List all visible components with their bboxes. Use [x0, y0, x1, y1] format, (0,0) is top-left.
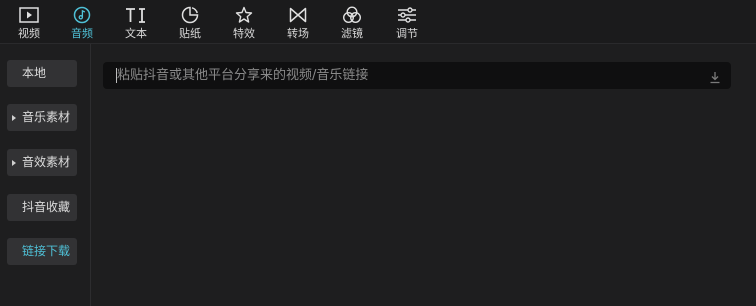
sidebar-item-label: 音乐素材: [22, 110, 71, 124]
tab-text-label: 文本: [125, 27, 147, 40]
tab-filter[interactable]: 滤镜: [332, 0, 372, 44]
sidebar-item-douyin-favorites[interactable]: 抖音收藏: [7, 194, 77, 221]
sidebar-item-music[interactable]: 音乐素材: [7, 104, 77, 131]
link-input[interactable]: 粘贴抖音或其他平台分享来的视频/音乐链接: [103, 62, 731, 89]
effects-icon: [233, 5, 255, 25]
tab-adjust[interactable]: 调节: [387, 0, 427, 44]
tab-sticker[interactable]: 贴纸: [170, 0, 210, 44]
sidebar-item-label: 本地: [22, 66, 47, 80]
sidebar-item-sound-effects[interactable]: 音效素材: [7, 149, 77, 176]
video-icon: [18, 5, 40, 25]
tab-filter-label: 滤镜: [341, 27, 363, 40]
tab-adjust-label: 调节: [396, 27, 418, 40]
tab-video-label: 视频: [18, 27, 40, 40]
audio-icon: [71, 5, 93, 25]
transition-icon: [287, 5, 309, 25]
sidebar-item-link-download[interactable]: 链接下载: [7, 238, 77, 265]
tab-transition-label: 转场: [287, 27, 309, 40]
sidebar-item-label: 抖音收藏: [22, 200, 71, 214]
top-toolbar: 视频 音频 文本 贴纸 特效 转场 滤镜 调节: [0, 0, 756, 44]
tab-transition[interactable]: 转场: [278, 0, 318, 44]
filter-icon: [341, 5, 363, 25]
adjust-icon: [396, 5, 418, 25]
sidebar-item-label: 音效素材: [22, 155, 71, 169]
sidebar-item-label: 链接下载: [22, 244, 71, 258]
caret-right-icon: [12, 115, 16, 121]
app-window: 视频 音频 文本 贴纸 特效 转场 滤镜 调节 本地 音乐素材 音效素材 抖音收…: [0, 0, 756, 306]
tab-sticker-label: 贴纸: [179, 27, 201, 40]
tab-effects-label: 特效: [233, 27, 255, 40]
text-icon: [125, 5, 147, 25]
tab-audio[interactable]: 音频: [62, 0, 102, 44]
sidebar-item-local[interactable]: 本地: [7, 60, 77, 87]
tab-effects[interactable]: 特效: [224, 0, 264, 44]
tab-text[interactable]: 文本: [116, 0, 156, 44]
main-panel: 粘贴抖音或其他平台分享来的视频/音乐链接: [91, 44, 756, 306]
tab-audio-label: 音频: [71, 27, 93, 40]
audio-sidebar: 本地 音乐素材 音效素材 抖音收藏 链接下载: [0, 44, 91, 306]
tab-video[interactable]: 视频: [9, 0, 49, 44]
download-icon[interactable]: [709, 69, 721, 84]
sticker-icon: [179, 5, 201, 25]
link-input-placeholder: 粘贴抖音或其他平台分享来的视频/音乐链接: [117, 68, 369, 83]
caret-right-icon: [12, 160, 16, 166]
